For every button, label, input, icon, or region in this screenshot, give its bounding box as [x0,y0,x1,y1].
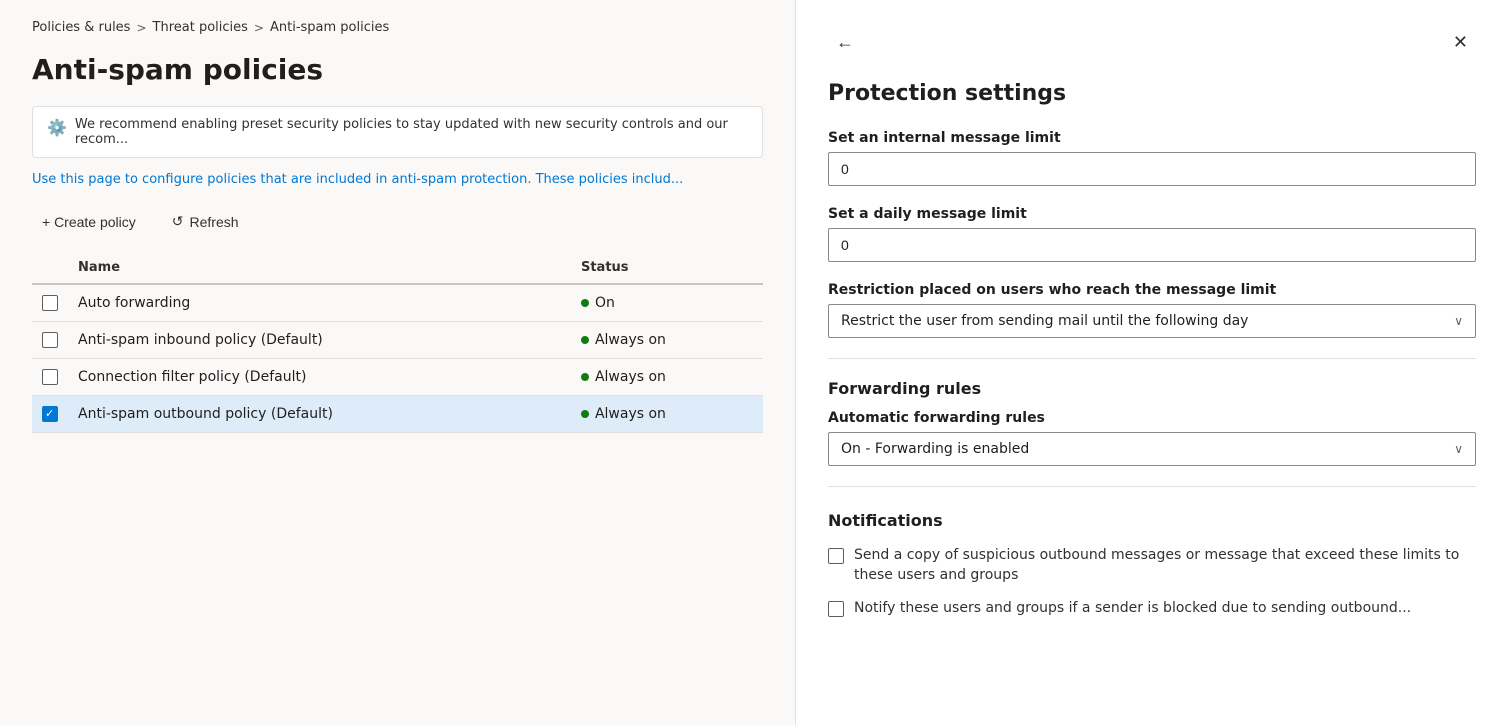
row-checkbox[interactable] [42,295,58,311]
row-name: Auto forwarding [68,284,571,322]
notification-label: Send a copy of suspicious outbound messa… [854,546,1476,585]
auto-forwarding-section: Automatic forwarding rules On - Forwardi… [828,410,1476,466]
chevron-down-icon-2: ∨ [1454,442,1463,456]
table-row[interactable]: Auto forwardingOn [32,284,763,322]
refresh-button[interactable]: ↺ Refresh [162,207,249,236]
row-name: Anti-spam inbound policy (Default) [68,322,571,359]
table-row[interactable]: Connection filter policy (Default)Always… [32,359,763,396]
forwarding-rules-section: Forwarding rules Automatic forwarding ru… [828,379,1476,466]
close-button[interactable]: ✕ [1445,28,1476,57]
notifications-heading: Notifications [828,511,1476,530]
forwarding-rules-heading: Forwarding rules [828,379,1476,398]
chevron-down-icon: ∨ [1454,314,1463,328]
breadcrumb-item-3: Anti-spam policies [270,20,389,35]
refresh-icon: ↺ [172,213,184,230]
divider-1 [828,358,1476,359]
internal-limit-section: Set an internal message limit [828,130,1476,186]
auto-forwarding-dropdown[interactable]: On - Forwarding is enabled ∨ [828,432,1476,466]
internal-limit-input[interactable] [828,152,1476,186]
notification-item: Send a copy of suspicious outbound messa… [828,546,1476,585]
col-name: Name [68,252,571,284]
status-dot [581,373,589,381]
page-title: Anti-spam policies [32,53,763,86]
row-status: Always on [571,396,763,433]
daily-limit-section: Set a daily message limit [828,206,1476,262]
left-panel: Policies & rules > Threat policies > Ant… [0,0,795,725]
notifications-section: Notifications Send a copy of suspicious … [828,511,1476,619]
restriction-value: Restrict the user from sending mail unti… [841,313,1248,329]
divider-2 [828,486,1476,487]
row-checkbox[interactable] [42,369,58,385]
status-dot [581,410,589,418]
create-policy-button[interactable]: + Create policy [32,208,146,236]
right-panel: ← ✕ Protection settings Set an internal … [795,0,1508,725]
policies-table: Name Status Auto forwardingOnAnti-spam i… [32,252,763,433]
restriction-section: Restriction placed on users who reach th… [828,282,1476,338]
notification-checkbox[interactable] [828,601,844,617]
breadcrumb-item-1[interactable]: Policies & rules [32,20,130,35]
back-button[interactable]: ← [828,28,862,57]
breadcrumb-item-2[interactable]: Threat policies [153,20,248,35]
auto-forwarding-label: Automatic forwarding rules [828,410,1476,426]
restriction-label: Restriction placed on users who reach th… [828,282,1476,298]
col-checkbox [32,252,68,284]
breadcrumb-sep-2: > [254,21,264,35]
row-checkbox[interactable] [42,406,58,422]
row-name: Connection filter policy (Default) [68,359,571,396]
create-policy-label: + Create policy [42,214,136,230]
table-row[interactable]: Anti-spam inbound policy (Default)Always… [32,322,763,359]
status-dot [581,299,589,307]
internal-limit-label: Set an internal message limit [828,130,1476,146]
row-status: Always on [571,359,763,396]
row-status: On [571,284,763,322]
info-banner: ⚙️ We recommend enabling preset security… [32,106,763,158]
row-checkbox[interactable] [42,332,58,348]
breadcrumb-sep-1: > [136,21,146,35]
row-status: Always on [571,322,763,359]
notification-item: Notify these users and groups if a sende… [828,599,1476,619]
notification-label: Notify these users and groups if a sende… [854,599,1411,619]
table-row[interactable]: Anti-spam outbound policy (Default)Alway… [32,396,763,433]
restriction-dropdown[interactable]: Restrict the user from sending mail unti… [828,304,1476,338]
auto-forwarding-value: On - Forwarding is enabled [841,441,1029,457]
col-status: Status [571,252,763,284]
toolbar: + Create policy ↺ Refresh [32,207,763,236]
info-icon: ⚙️ [47,118,67,137]
daily-limit-input[interactable] [828,228,1476,262]
refresh-label: Refresh [190,214,239,230]
panel-header: ← ✕ [828,28,1476,57]
daily-limit-label: Set a daily message limit [828,206,1476,222]
notification-checkbox[interactable] [828,548,844,564]
breadcrumb: Policies & rules > Threat policies > Ant… [32,20,763,35]
row-name: Anti-spam outbound policy (Default) [68,396,571,433]
sub-text: Use this page to configure policies that… [32,172,763,187]
info-text: We recommend enabling preset security po… [75,117,748,147]
status-dot [581,336,589,344]
panel-title: Protection settings [828,81,1476,106]
